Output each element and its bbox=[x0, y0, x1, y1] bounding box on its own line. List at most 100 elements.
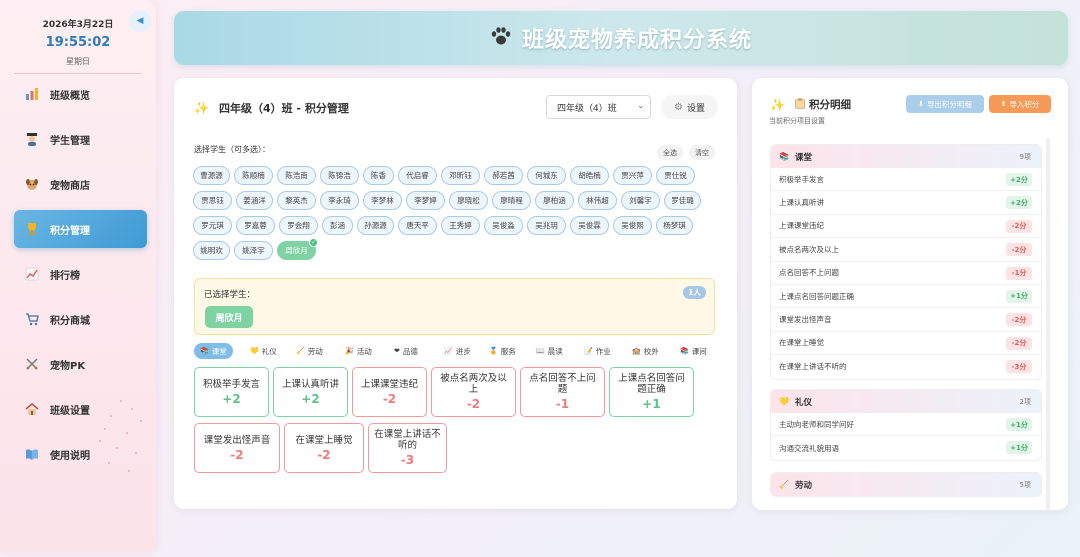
student-chip[interactable]: 贾兴萍 bbox=[613, 166, 652, 185]
selected-student-chip[interactable]: 周欣月 bbox=[205, 306, 253, 328]
student-name: 罗佳璐 bbox=[671, 196, 694, 205]
student-chip[interactable]: 罗会翔 bbox=[279, 216, 318, 235]
student-chip[interactable]: 罗元琪 bbox=[193, 216, 232, 235]
student-chip[interactable]: 李梦婷 bbox=[406, 191, 445, 210]
student-chip[interactable]: 唐天平 bbox=[398, 216, 437, 235]
page-header: 班级宠物养成积分系统 bbox=[174, 11, 1068, 65]
collapse-sidebar-button[interactable]: ◀ bbox=[129, 10, 151, 32]
student-chip[interactable]: 曹源源 bbox=[193, 166, 230, 185]
student-name: 廖晴程 bbox=[500, 196, 523, 205]
category-tab-label: 进步 bbox=[455, 346, 471, 356]
student-chip[interactable]: 姚泽宇 bbox=[234, 241, 273, 260]
category-tab[interactable]: 🏫 校外 bbox=[626, 343, 665, 359]
rule-name: 在课堂上讲话不听的 bbox=[374, 429, 441, 451]
medal-icon: 🏅 bbox=[489, 347, 498, 355]
category-tab[interactable]: 📚 课堂 bbox=[194, 343, 233, 359]
student-chip[interactable]: 何城东 bbox=[527, 166, 566, 185]
category-tab[interactable]: 📝 作业 bbox=[578, 343, 617, 359]
rule-card[interactable]: 课堂发出怪声音 -2 bbox=[194, 423, 280, 473]
detail-group-header[interactable]: 📚 课堂 9项 bbox=[771, 145, 1041, 168]
student-chip[interactable]: 彭涵 bbox=[322, 216, 353, 235]
sidebar-item-class-settings[interactable]: 班级设置 bbox=[14, 390, 147, 428]
student-chip[interactable]: 黎英杰 bbox=[277, 191, 316, 210]
category-tab[interactable]: 📚 课间 bbox=[674, 343, 713, 359]
sidebar-item-label: 学生管理 bbox=[50, 135, 90, 147]
student-chip[interactable]: 刘馨宇 bbox=[621, 191, 660, 210]
student-chip[interactable]: 代启睿 bbox=[398, 166, 437, 185]
student-chip[interactable]: 姚明欢 bbox=[193, 241, 230, 260]
student-chip[interactable]: 陈顺楠 bbox=[234, 166, 273, 185]
student-chip[interactable]: 胡皓楠 bbox=[570, 166, 609, 185]
detail-group-name: 劳动 bbox=[794, 480, 812, 491]
student-chip[interactable]: 陈香 bbox=[363, 166, 394, 185]
category-tab[interactable]: 📈 进步 bbox=[438, 343, 477, 359]
rule-card[interactable]: 点名回答不上问题 -1 bbox=[520, 367, 605, 417]
sidebar-item-pet-shop[interactable]: 宠物商店 bbox=[14, 165, 147, 203]
sparkle-decoration bbox=[116, 447, 118, 449]
category-tab[interactable]: 💛 礼仪 bbox=[244, 343, 283, 359]
student-chip[interactable]: 吴俊熙 bbox=[613, 216, 652, 235]
rule-card[interactable]: 上课点名回答问题正确 +1 bbox=[609, 367, 694, 417]
category-tab[interactable]: 📖 晨读 bbox=[530, 343, 569, 359]
sidebar-item-pet-pk[interactable]: 宠物PK bbox=[14, 345, 147, 383]
student-chip[interactable]: 陈锦浩 bbox=[320, 166, 359, 185]
student-chip[interactable]: 廖晴程 bbox=[492, 191, 531, 210]
student-chip[interactable]: 罗嘉蓉 bbox=[236, 216, 275, 235]
settings-button[interactable]: ⚙ 设置 bbox=[661, 95, 718, 119]
rule-points: -2 bbox=[317, 447, 331, 462]
student-icon bbox=[24, 131, 40, 147]
student-chip[interactable]: 邓昕钰 bbox=[441, 166, 480, 185]
student-name: 廖晓松 bbox=[457, 196, 480, 205]
export-details-button[interactable]: ⬇ 导出积分明细 bbox=[906, 95, 984, 113]
category-tab[interactable]: 🧹 劳动 bbox=[290, 343, 329, 359]
rule-card[interactable]: 上课认真听讲 +2 bbox=[273, 367, 348, 417]
student-chip[interactable]: 廖晓松 bbox=[449, 191, 488, 210]
student-chip[interactable]: 贾仕锐 bbox=[656, 166, 695, 185]
student-chip[interactable]: 吴兆玥 bbox=[527, 216, 566, 235]
detail-group-header[interactable]: 💛 礼仪 2项 bbox=[771, 390, 1041, 413]
student-chip[interactable]: 孙源源 bbox=[357, 216, 394, 235]
detail-group-header[interactable]: 🧹 劳动 5项 bbox=[771, 473, 1041, 496]
student-chip[interactable]: 吴俊霖 bbox=[570, 216, 609, 235]
category-tab[interactable]: 🏅 服务 bbox=[483, 343, 522, 359]
sidebar-item-students[interactable]: 学生管理 bbox=[14, 120, 147, 158]
sidebar-item-overview[interactable]: 班级概览 bbox=[14, 75, 147, 113]
sidebar-item-mall[interactable]: 积分商城 bbox=[14, 300, 147, 338]
category-tab[interactable]: 🎉 活动 bbox=[339, 343, 378, 359]
detail-scrollbar[interactable] bbox=[1046, 138, 1050, 510]
student-chip[interactable]: 林伟超 bbox=[578, 191, 617, 210]
detail-row-name: 主动向老师和同学问好 bbox=[779, 419, 854, 429]
clear-button[interactable]: 清空 bbox=[689, 145, 715, 160]
class-select[interactable]: 四年级（4）班 ⌄ bbox=[546, 95, 651, 119]
books-icon: 📚 bbox=[779, 152, 789, 161]
rule-card[interactable]: 积极举手发言 +2 bbox=[194, 367, 269, 417]
student-chip[interactable]: 王秀婷 bbox=[441, 216, 480, 235]
student-chip[interactable]: 李永琦 bbox=[320, 191, 359, 210]
select-all-button[interactable]: 全选 bbox=[657, 145, 683, 160]
clipboard-icon bbox=[795, 98, 805, 112]
rule-card[interactable]: 在课堂上睡觉 -2 bbox=[284, 423, 364, 473]
student-chip[interactable]: 李梦林 bbox=[363, 191, 402, 210]
student-chip[interactable]: 贾思钰 bbox=[193, 191, 232, 210]
import-points-button[interactable]: ⬆ 导入积分 bbox=[989, 95, 1051, 113]
student-chip[interactable]: 杨梦琪 bbox=[656, 216, 693, 235]
rule-card[interactable]: 在课堂上讲话不听的 -3 bbox=[368, 423, 447, 473]
category-tab-label: 晨读 bbox=[547, 346, 563, 356]
sidebar-item-ranking[interactable]: 排行榜 bbox=[14, 255, 147, 293]
rule-card[interactable]: 上课课堂违纪 -2 bbox=[352, 367, 427, 417]
student-name: 贾兴萍 bbox=[621, 171, 644, 180]
student-chip[interactable]: 吴俊淼 bbox=[484, 216, 523, 235]
student-chip[interactable]: 廖柏涵 bbox=[535, 191, 574, 210]
rule-card[interactable]: 被点名两次及以上 -2 bbox=[431, 367, 516, 417]
rule-points: +2 bbox=[301, 391, 320, 406]
student-chip[interactable]: 陈浩南 bbox=[277, 166, 316, 185]
sparkle-decoration bbox=[108, 462, 110, 464]
student-chip[interactable]: 周欣月 ✓ bbox=[277, 238, 318, 260]
student-chip[interactable]: 姜涵洋 bbox=[236, 191, 273, 210]
student-chip[interactable]: 郝若茜 bbox=[484, 166, 523, 185]
student-chip[interactable]: 罗佳璐 bbox=[664, 191, 701, 210]
category-tab[interactable]: ❤ 品德 bbox=[388, 343, 424, 359]
sidebar-item-help[interactable]: 使用说明 bbox=[14, 435, 147, 473]
sidebar-item-points[interactable]: 积分管理 bbox=[14, 210, 147, 248]
sparkle-decoration bbox=[99, 440, 101, 442]
